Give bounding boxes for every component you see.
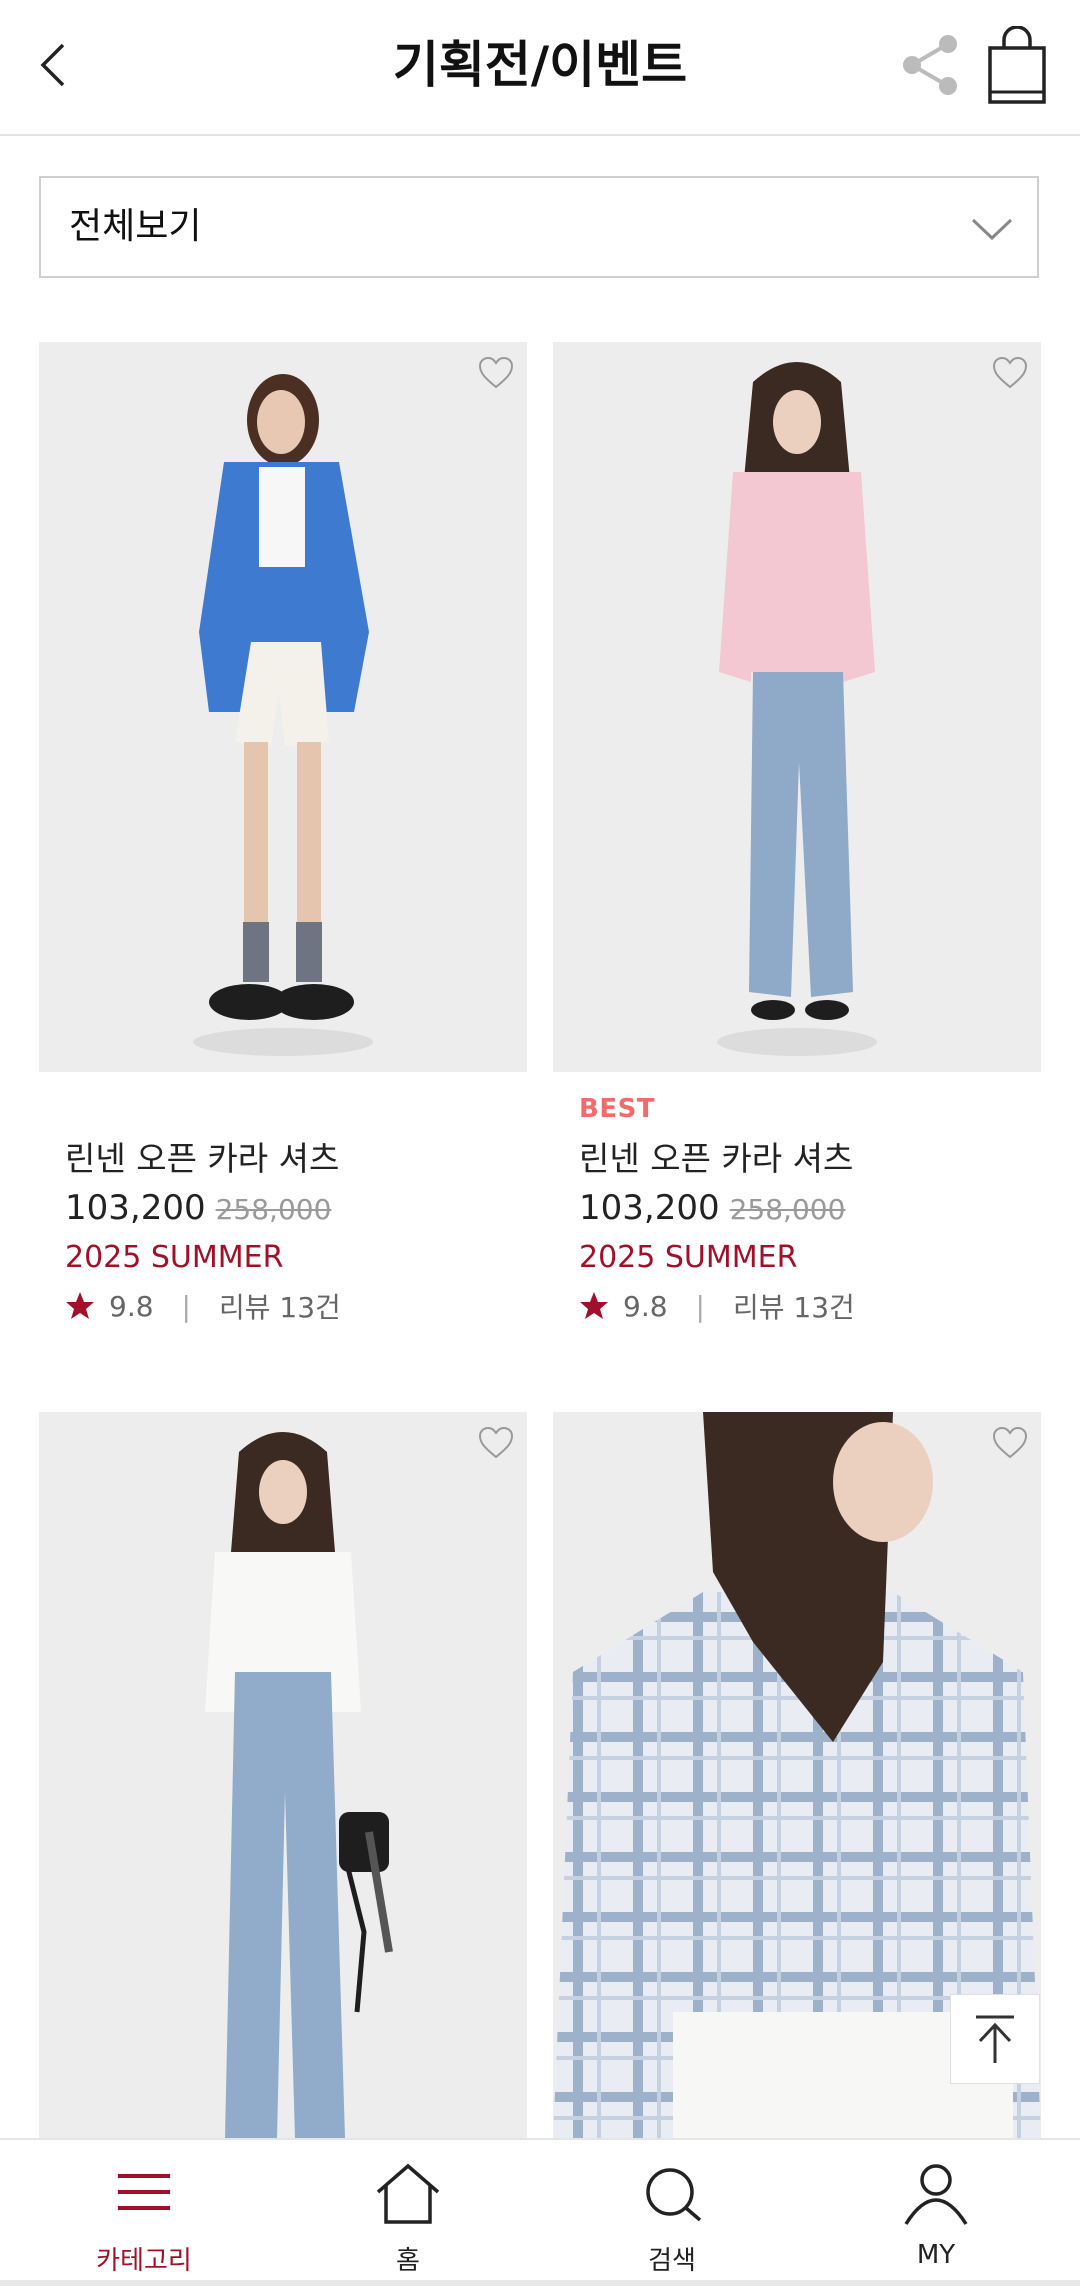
- product-image[interactable]: [553, 342, 1041, 1072]
- product-photo: [39, 1412, 527, 2138]
- shopping-bag-icon: [988, 25, 1046, 104]
- nav-label: 검색: [648, 2246, 696, 2276]
- original-price: 258,000: [215, 1193, 332, 1226]
- divider: |: [181, 1289, 191, 1323]
- price-row: 103,200 258,000: [579, 1188, 845, 1228]
- menu-icon: [118, 2174, 170, 2210]
- star-icon: [66, 1292, 94, 1319]
- review-count: 리뷰 13건: [732, 1291, 855, 1324]
- rating-value: 9.8: [109, 1289, 154, 1323]
- user-icon: [904, 2164, 968, 2225]
- system-gesture-bar: [0, 2280, 1080, 2286]
- chevron-down-icon: [971, 218, 1013, 241]
- heart-icon[interactable]: [477, 1426, 515, 1460]
- product-name[interactable]: 린넨 오픈 카라 셔츠: [579, 1132, 853, 1180]
- top-bar: 기획전/이벤트: [0, 0, 1080, 136]
- product-image[interactable]: [39, 1412, 527, 2138]
- product-photo: [553, 342, 1041, 1072]
- search-icon: [646, 2168, 702, 2222]
- season-tag: 2025 SUMMER: [579, 1240, 798, 1275]
- sale-price: 103,200: [65, 1188, 206, 1228]
- original-price: 258,000: [729, 1193, 846, 1226]
- review-count: 리뷰 13건: [218, 1291, 341, 1324]
- category-filter-dropdown[interactable]: 전체보기: [39, 176, 1039, 278]
- rating-row: 9.8 | 리뷰 13건: [579, 1286, 855, 1326]
- bottom-navigation: 카테고리 홈 검색 MY: [0, 2138, 1080, 2286]
- product-photo: [39, 342, 527, 1072]
- heart-icon[interactable]: [991, 356, 1029, 390]
- divider: |: [695, 1289, 705, 1323]
- price-row: 103,200 258,000: [65, 1188, 331, 1228]
- cart-button[interactable]: [982, 25, 1052, 106]
- filter-selected-label: 전체보기: [69, 206, 202, 247]
- nav-label: MY: [916, 2240, 956, 2270]
- heart-icon[interactable]: [991, 1426, 1029, 1460]
- nav-category[interactable]: 카테고리: [44, 2140, 244, 2286]
- product-card[interactable]: 린넨 오픈 카라 셔츠 103,200 258,000 2025 SUMMER 9…: [39, 342, 527, 1324]
- scroll-to-top-button[interactable]: [950, 1994, 1040, 2084]
- product-card[interactable]: [39, 1412, 527, 2138]
- nav-search[interactable]: 검색: [572, 2140, 772, 2286]
- product-card[interactable]: BEST 린넨 오픈 카라 셔츠 103,200 258,000 2025 SUM…: [553, 342, 1041, 1324]
- nav-label: 카테고리: [96, 2246, 192, 2276]
- rating-row: 9.8 | 리뷰 13건: [65, 1286, 341, 1326]
- season-tag: 2025 SUMMER: [65, 1240, 284, 1275]
- home-icon: [376, 2163, 440, 2224]
- share-icon: [903, 35, 957, 95]
- nav-home[interactable]: 홈: [308, 2140, 508, 2286]
- best-badge: BEST: [579, 1094, 656, 1124]
- rating-value: 9.8: [623, 1289, 668, 1323]
- share-button[interactable]: [898, 32, 964, 98]
- heart-icon[interactable]: [477, 356, 515, 390]
- product-image[interactable]: [39, 342, 527, 1072]
- arrow-up-icon: [976, 2015, 1014, 2063]
- sale-price: 103,200: [579, 1188, 720, 1228]
- nav-my[interactable]: MY: [836, 2140, 1036, 2286]
- nav-label: 홈: [396, 2246, 420, 2276]
- product-name[interactable]: 린넨 오픈 카라 셔츠: [65, 1132, 339, 1180]
- star-icon: [580, 1292, 608, 1319]
